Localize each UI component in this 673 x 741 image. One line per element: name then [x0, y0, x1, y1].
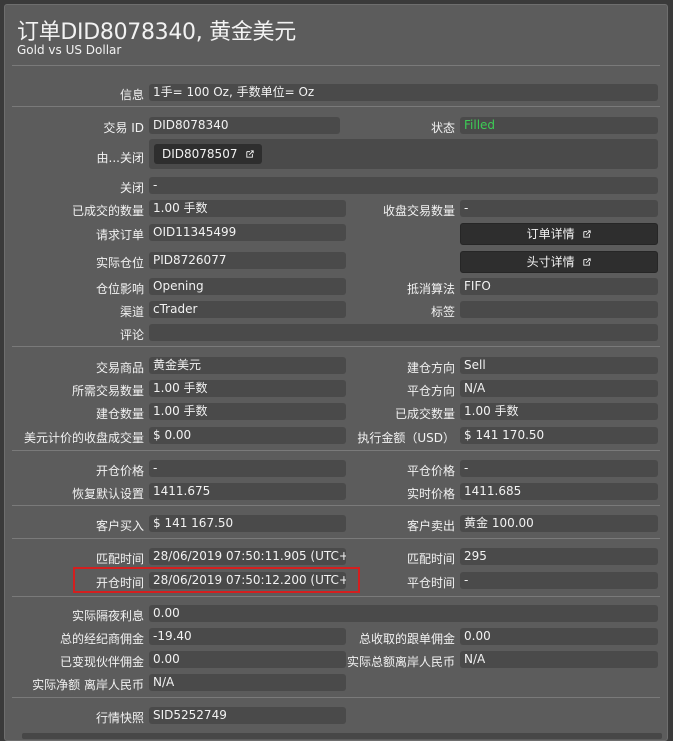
external-link-icon	[583, 230, 592, 238]
offset-algo-label: 抵消算法	[406, 282, 455, 296]
copy-commission-field: 0.00	[460, 628, 658, 645]
divider	[12, 450, 660, 451]
close-direction-field: N/A	[460, 380, 658, 397]
match-time-right-label: 匹配时间	[406, 552, 455, 566]
divider	[12, 346, 660, 347]
channel-label: 渠道	[119, 305, 144, 319]
open-qty-label: 建仓数量	[95, 407, 144, 421]
traded-qty-label: 已成交数量	[394, 407, 455, 421]
trade-id-label: 交易 ID	[103, 121, 144, 135]
copy-commission-label: 总收取的跟单佣金	[358, 632, 455, 646]
match-time-right-field: 295	[460, 548, 658, 565]
close-label: 关闭	[119, 181, 144, 195]
filled-qty-field: 1.00 手数	[149, 200, 346, 217]
position-impact-field: Opening	[149, 278, 346, 295]
status-label: 状态	[430, 121, 455, 135]
realtime-price-label: 实时价格	[406, 487, 455, 501]
filled-qty-label: 已成交的数量	[71, 204, 144, 218]
order-details-button-label: 订单详情	[526, 227, 575, 241]
restore-default-field: 1411.675	[149, 483, 346, 500]
info-label: 信息	[119, 88, 144, 102]
divider	[12, 697, 660, 698]
channel-field: cTrader	[149, 301, 346, 318]
broker-commission-label: 总的经纪商佣金	[59, 632, 144, 646]
offset-algo-field: FIFO	[460, 278, 658, 295]
broker-commission-field: -19.40	[149, 628, 346, 645]
open-time-highlight	[73, 567, 360, 593]
position-impact-label: 仓位影响	[95, 282, 144, 296]
comment-label: 评论	[119, 328, 144, 342]
overnight-interest-label: 实际隔夜利息	[71, 609, 144, 623]
close-time-label: 平仓时间	[406, 576, 455, 590]
partner-commission-label: 已变现伙伴佣金	[59, 655, 144, 669]
request-order-label: 请求订单	[95, 228, 144, 242]
divider	[12, 106, 660, 107]
snapshot-label: 行情快照	[95, 711, 144, 725]
divider	[12, 538, 660, 539]
page-title: 订单DID8078340, 黄金美元	[17, 20, 296, 45]
partner-commission-field: 0.00	[149, 651, 346, 668]
closed-by-field: DID8078507	[149, 139, 658, 169]
position-details-button[interactable]: 头寸详情	[460, 251, 658, 273]
traded-qty-field: 1.00 手数	[460, 403, 658, 420]
open-qty-field: 1.00 手数	[149, 403, 346, 420]
tag-label: 标签	[430, 305, 455, 319]
client-buy-label: 客户买入	[95, 519, 144, 533]
required-qty-field: 1.00 手数	[149, 380, 346, 397]
client-sell-label: 客户卖出	[406, 519, 455, 533]
external-link-icon	[246, 150, 254, 158]
required-qty-label: 所需交易数量	[71, 384, 144, 398]
actual-position-label: 实际仓位	[95, 256, 144, 270]
close-direction-label: 平仓方向	[406, 384, 455, 398]
tag-field	[460, 301, 658, 318]
actual-total-cnh-field: N/A	[460, 651, 658, 668]
client-sell-field: 黄金 100.00	[460, 515, 658, 532]
request-order-field: OID11345499	[149, 224, 346, 241]
open-price-field: -	[149, 460, 346, 477]
open-price-label: 开仓价格	[95, 464, 144, 478]
order-details-button[interactable]: 订单详情	[460, 223, 658, 245]
comment-field	[149, 324, 658, 341]
page-subtitle: Gold vs US Dollar	[17, 43, 122, 57]
overnight-interest-field: 0.00	[149, 605, 658, 622]
open-direction-field: Sell	[460, 357, 658, 374]
client-buy-field: $ 141 167.50	[149, 515, 346, 532]
divider	[12, 596, 660, 597]
exec-amount-field: $ 141 170.50	[460, 427, 658, 444]
symbol-label: 交易商品	[95, 361, 144, 375]
closing-filled-qty-field: -	[460, 200, 658, 217]
position-details-button-label: 头寸详情	[526, 255, 575, 269]
actual-net-cnh-field: N/A	[149, 674, 346, 691]
usd-close-volume-field: $ 0.00	[149, 427, 346, 444]
actual-position-field: PID8726077	[149, 252, 346, 269]
close-time-field: -	[460, 572, 658, 589]
open-direction-label: 建仓方向	[406, 361, 455, 375]
divider	[12, 65, 660, 66]
exec-amount-label: 执行金额（USD）	[357, 431, 455, 445]
close-price-label: 平仓价格	[406, 464, 455, 478]
actual-net-cnh-label: 实际净额 离岸人民币	[32, 678, 144, 692]
closed-by-link-button[interactable]: DID8078507	[154, 144, 263, 164]
external-link-icon	[583, 258, 592, 266]
closed-by-label: 由...关闭	[96, 151, 144, 165]
actual-total-cnh-label: 实际总额离岸人民币	[346, 655, 455, 669]
restore-default-label: 恢复默认设置	[71, 487, 144, 501]
closing-filled-qty-label: 收盘交易数量	[382, 204, 455, 218]
snapshot-field: SID5252749	[149, 707, 346, 724]
horizontal-scrollbar[interactable]	[22, 733, 662, 739]
close-field: -	[149, 177, 658, 194]
trade-id-field: DID8078340	[149, 117, 340, 134]
realtime-price-field: 1411.685	[460, 483, 658, 500]
match-time-field: 28/06/2019 07:50:11.905 (UTC+8)	[149, 548, 346, 565]
divider	[12, 505, 660, 506]
close-price-field: -	[460, 460, 658, 477]
info-field: 1手= 100 Oz, 手数单位= Oz	[149, 84, 658, 101]
usd-close-volume-label: 美元计价的收盘成交量	[23, 431, 144, 445]
closed-by-value: DID8078507	[162, 147, 238, 161]
match-time-label: 匹配时间	[95, 552, 144, 566]
status-field: Filled	[460, 117, 658, 134]
symbol-field: 黄金美元	[149, 357, 346, 374]
